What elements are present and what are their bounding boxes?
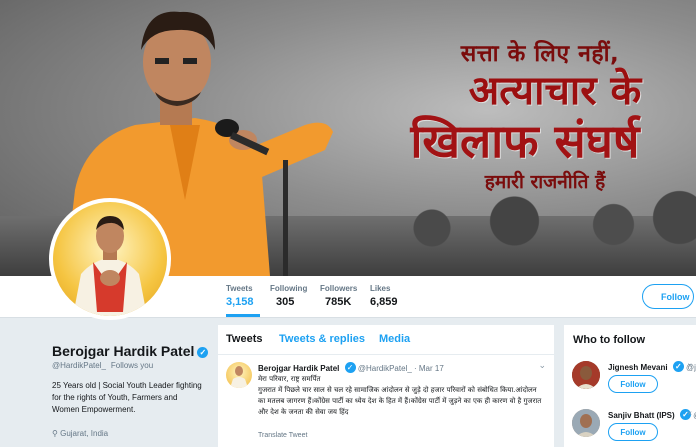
wtf-avatar-illustration [572, 361, 600, 389]
timeline-tabs: Tweets Tweets & replies Media [218, 325, 554, 355]
verified-badge-icon: ✓ [672, 361, 684, 372]
stat-value: 6,859 [370, 296, 398, 308]
handle-text: @HardikPatel_ [52, 361, 106, 370]
slogan-line-1: सत्ता के लिए नहीं, [460, 41, 620, 67]
tweet-avatar-illustration [230, 366, 248, 388]
tweet-avatar[interactable] [226, 362, 252, 388]
tweet[interactable]: Berojgar Hardik Patel ✓ @HardikPatel_ · … [218, 356, 554, 447]
tweet-text: मेरा परिवार, राष्ट्र समर्पित गुजरात में … [258, 375, 542, 416]
profile-handle: @HardikPatel_ Follows you [52, 361, 156, 370]
slogan-line-3: खिलाफ संघर्ष [410, 114, 640, 168]
stat-label: Followers [320, 284, 358, 293]
profile-avatar[interactable] [49, 198, 171, 320]
who-to-follow: Who to follow Jignesh Mevani ✓ @jign × F… [564, 325, 696, 447]
wtf-item[interactable]: Sanjiv Bhatt (IPS) ✓ @s × Follow [572, 409, 696, 447]
profile-location: ⚲ Gujarat, India [52, 429, 108, 438]
follow-button[interactable]: Follow [642, 284, 694, 309]
follow-button[interactable]: Follow [608, 375, 658, 393]
location-text: Gujarat, India [60, 429, 109, 438]
profile-card: Berojgar Hardik Patel ✓ @HardikPatel_ Foll… [0, 318, 212, 447]
wtf-name: Sanjiv Bhatt (IPS) ✓ @s [608, 409, 696, 420]
translate-tweet-link[interactable]: Translate Tweet [258, 432, 307, 439]
timeline: Tweets Tweets & replies Media Berojgar H… [218, 325, 554, 447]
avatar-illustration [73, 216, 147, 316]
tab-media[interactable]: Media [379, 333, 410, 345]
stat-label: Following [270, 284, 308, 293]
banner-slogan: सत्ता के लिए नहीं, अत्याचार के खिलाफ संघ… [360, 36, 690, 194]
stat-label: Likes [370, 284, 391, 293]
stat-label: Tweets [226, 284, 253, 293]
profile-name-text: Berojgar Hardik Patel [52, 343, 195, 359]
wtf-title: Who to follow [573, 334, 646, 346]
avatar[interactable] [572, 409, 600, 437]
wtf-name-text[interactable]: Jignesh Mevani [608, 363, 668, 372]
stat-followers[interactable]: Followers 785K [320, 284, 357, 308]
follows-you-badge: Follows you [108, 361, 156, 370]
tweet-meta: @HardikPatel_ · Mar 17 [357, 364, 444, 373]
stat-tweets[interactable]: Tweets 3,158 [226, 284, 259, 317]
tweet-header: Berojgar Hardik Patel ✓ @HardikPatel_ · … [258, 362, 444, 373]
close-icon[interactable]: × [687, 409, 692, 418]
wtf-item[interactable]: Jignesh Mevani ✓ @jign × Follow [572, 361, 696, 411]
stat-value: 785K [325, 296, 352, 308]
slogan-line-4: हमारी राजनीति हैं [484, 171, 606, 193]
tweet-author[interactable]: Berojgar Hardik Patel [258, 364, 339, 373]
wtf-avatar-illustration [572, 409, 600, 437]
stat-following[interactable]: Following 305 [270, 284, 307, 308]
avatar [53, 202, 167, 316]
chevron-down-icon[interactable]: ⌄ [538, 360, 546, 371]
verified-badge-icon: ✓ [197, 347, 209, 358]
profile-name[interactable]: Berojgar Hardik Patel ✓ [52, 343, 209, 359]
stat-value: 305 [276, 296, 295, 308]
wtf-name: Jignesh Mevani ✓ @jign [608, 361, 696, 372]
profile-bio: 25 Years old | Social Youth Leader fight… [52, 381, 202, 414]
avatar[interactable] [572, 361, 600, 389]
banner-trees [366, 186, 696, 256]
close-icon[interactable]: × [687, 361, 692, 370]
verified-badge-icon: ✓ [344, 362, 356, 373]
follow-button[interactable]: Follow [608, 423, 658, 441]
stat-likes[interactable]: Likes 6,859 [370, 284, 398, 308]
slogan-line-2: अत्याचार के [468, 68, 642, 114]
location-pin-icon: ⚲ [52, 429, 61, 438]
tab-tweets[interactable]: Tweets [226, 333, 262, 345]
tab-tweets-replies[interactable]: Tweets & replies [279, 333, 365, 345]
twitter-profile-page: सत्ता के लिए नहीं, अत्याचार के खिलाफ संघ… [0, 0, 696, 447]
wtf-name-text[interactable]: Sanjiv Bhatt (IPS) [608, 411, 675, 420]
stat-value: 3,158 [226, 296, 254, 308]
